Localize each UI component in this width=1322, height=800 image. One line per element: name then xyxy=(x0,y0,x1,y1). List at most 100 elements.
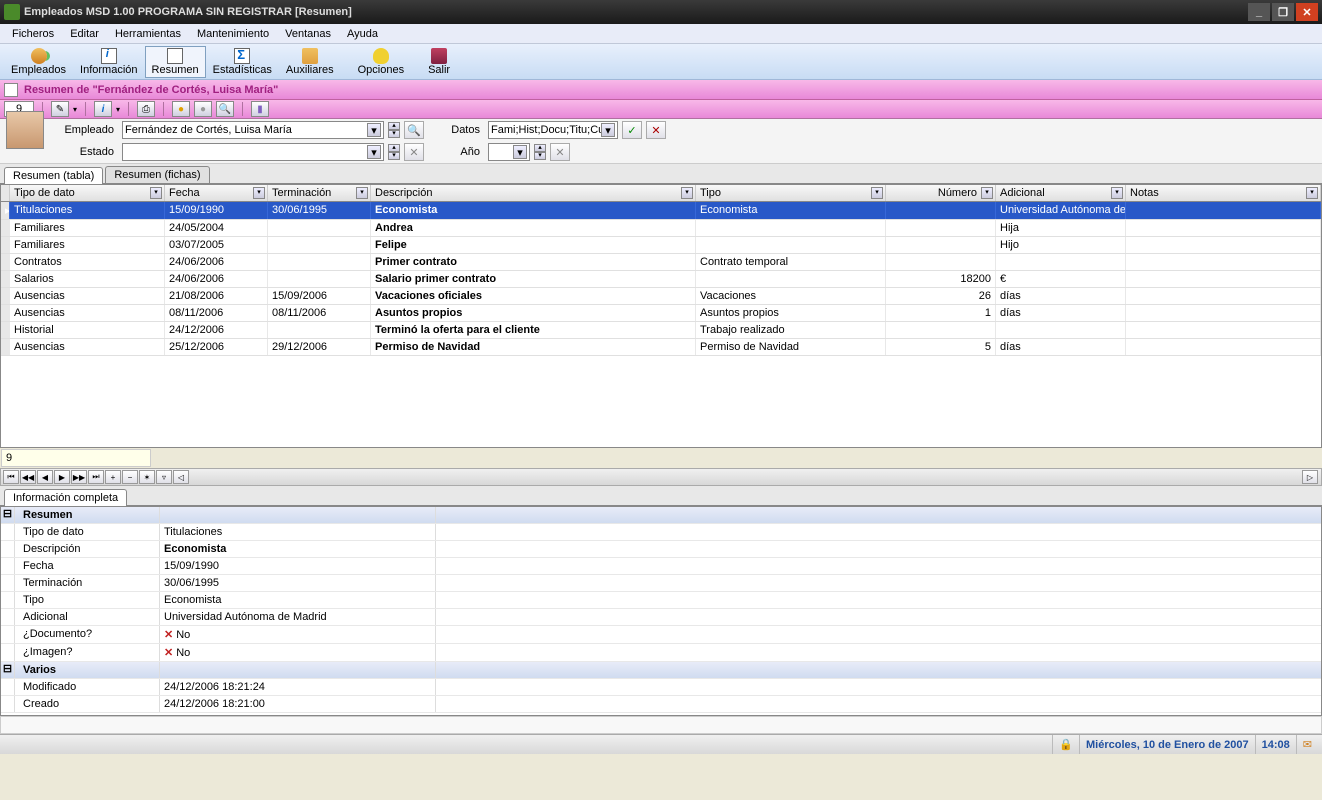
nav-first[interactable]: ⏮ xyxy=(3,470,19,484)
nav-next[interactable]: ▶ xyxy=(54,470,70,484)
nav-add[interactable]: + xyxy=(105,470,121,484)
table-row[interactable]: Ausencias25/12/200629/12/2006Permiso de … xyxy=(1,339,1321,356)
nav-last[interactable]: ⏭ xyxy=(88,470,104,484)
toolbar-resumen[interactable]: Resumen xyxy=(145,46,206,78)
nav-forward[interactable]: ▷ xyxy=(1302,470,1318,484)
empleado-label: Empleado xyxy=(48,124,118,136)
x-icon: ✕ xyxy=(164,647,173,659)
app-icon xyxy=(4,4,20,20)
titlebar: Empleados MSD 1.00 PROGRAMA SIN REGISTRA… xyxy=(0,0,1322,24)
grid-status-input[interactable]: 9 xyxy=(1,449,151,467)
estado-combo[interactable]: ▾ xyxy=(122,143,384,161)
filter-yellow-button[interactable]: ● xyxy=(172,101,190,117)
empleado-combo[interactable]: Fernández de Cortés, Luisa María▾ xyxy=(122,121,384,139)
toolbar-auxiliares[interactable]: Auxiliares xyxy=(279,46,341,78)
table-row[interactable]: Familiares03/07/2005FelipeHijo xyxy=(1,237,1321,254)
menu-editar[interactable]: Editar xyxy=(62,26,107,42)
menu-mantenimiento[interactable]: Mantenimiento xyxy=(189,26,277,42)
summary-icon xyxy=(167,48,183,64)
col-terminacion[interactable]: Terminación▾ xyxy=(268,185,371,201)
toolbar-informacion[interactable]: Información xyxy=(73,46,144,78)
prop-row: Fecha15/09/1990 xyxy=(1,558,1321,575)
toolbar-salir[interactable]: Salir xyxy=(421,46,457,78)
collapse-icon[interactable]: ⊟ xyxy=(1,507,15,523)
menu-ayuda[interactable]: Ayuda xyxy=(339,26,386,42)
wizard-button[interactable]: ✎ xyxy=(51,101,69,117)
prop-row: Creado24/12/2006 18:21:00 xyxy=(1,696,1321,713)
estado-label: Estado xyxy=(48,146,118,158)
record-navigator: ⏮ ◀◀ ◀ ▶ ▶▶ ⏭ + − ✶ ▿ ◁ ▷ xyxy=(0,468,1322,486)
grid-body[interactable]: ▸Titulaciones15/09/199030/06/1995Economi… xyxy=(1,202,1321,447)
nav-prev-page[interactable]: ◀◀ xyxy=(20,470,36,484)
minimize-button[interactable]: _ xyxy=(1248,3,1270,21)
dropdown-icon[interactable]: ▾ xyxy=(513,145,527,159)
info-section-varios[interactable]: ⊟Varios xyxy=(1,662,1321,679)
info-button[interactable]: i xyxy=(94,101,112,117)
table-row[interactable]: Familiares24/05/2004AndreaHija xyxy=(1,220,1321,237)
print-button[interactable]: ⎙ xyxy=(137,101,155,117)
maximize-button[interactable]: ❐ xyxy=(1272,3,1294,21)
datos-combo[interactable]: Fami;Hist;Docu;Titu;Curs▾ xyxy=(488,121,618,139)
prop-row: TipoEconomista xyxy=(1,592,1321,609)
table-row[interactable]: Ausencias08/11/200608/11/2006Asuntos pro… xyxy=(1,305,1321,322)
toolbar-estadisticas[interactable]: Estadísticas xyxy=(206,46,279,78)
toolbar-opciones[interactable]: Opciones xyxy=(351,46,411,78)
menu-herramientas[interactable]: Herramientas xyxy=(107,26,189,42)
table-row[interactable]: Ausencias21/08/200615/09/2006Vacaciones … xyxy=(1,288,1321,305)
filter-gray-button[interactable]: ● xyxy=(194,101,212,117)
document-icon xyxy=(4,83,18,97)
empleado-spinner[interactable]: ▴▾ xyxy=(388,122,400,138)
notification-icon[interactable]: ✉ xyxy=(1296,735,1318,754)
nav-filter[interactable]: ▿ xyxy=(156,470,172,484)
table-row[interactable]: Historial24/12/2006Terminó la oferta par… xyxy=(1,322,1321,339)
view-tabs: Resumen (tabla) Resumen (fichas) xyxy=(0,164,1322,184)
toolbar-empleados[interactable]: Empleados xyxy=(4,46,73,78)
exit-icon xyxy=(431,48,447,64)
col-adicional[interactable]: Adicional▾ xyxy=(996,185,1126,201)
estado-spinner[interactable]: ▴▾ xyxy=(388,144,400,160)
table-row[interactable]: Salarios24/06/2006Salario primer contrat… xyxy=(1,271,1321,288)
col-descripcion[interactable]: Descripción▾ xyxy=(371,185,696,201)
bottom-spacer xyxy=(0,716,1322,734)
col-tipo[interactable]: Tipo▾ xyxy=(696,185,886,201)
ano-label: Año xyxy=(444,146,484,158)
filter-bar: Empleado Fernández de Cortés, Luisa Marí… xyxy=(0,119,1322,164)
table-row[interactable]: ▸Titulaciones15/09/199030/06/1995Economi… xyxy=(1,202,1321,220)
ano-clear-button[interactable]: ✕ xyxy=(550,143,570,161)
info-section-resumen[interactable]: ⊟Resumen xyxy=(1,507,1321,524)
col-tipo-dato[interactable]: Tipo de dato▾ xyxy=(10,185,165,201)
people-icon xyxy=(31,48,47,64)
collapse-icon[interactable]: ⊟ xyxy=(1,662,15,678)
col-numero[interactable]: Número▾ xyxy=(886,185,996,201)
table-row[interactable]: Contratos24/06/2006Primer contratoContra… xyxy=(1,254,1321,271)
datos-accept-button[interactable]: ✓ xyxy=(622,121,642,139)
empleado-search-button[interactable]: 🔍 xyxy=(404,121,424,139)
nav-bookmark[interactable]: ✶ xyxy=(139,470,155,484)
x-icon: ✕ xyxy=(164,629,173,641)
tab-resumen-tabla[interactable]: Resumen (tabla) xyxy=(4,167,103,184)
close-button[interactable]: ✕ xyxy=(1296,3,1318,21)
statusbar: 🔒 Miércoles, 10 de Enero de 2007 14:08 ✉ xyxy=(0,734,1322,754)
menubar: Ficheros Editar Herramientas Mantenimien… xyxy=(0,24,1322,44)
nav-prev[interactable]: ◀ xyxy=(37,470,53,484)
nav-delete[interactable]: − xyxy=(122,470,138,484)
dropdown-icon[interactable]: ▾ xyxy=(367,145,381,159)
book-button[interactable]: ▮ xyxy=(251,101,269,117)
nav-next-page[interactable]: ▶▶ xyxy=(71,470,87,484)
menu-ventanas[interactable]: Ventanas xyxy=(277,26,339,42)
search-button[interactable]: 🔍 xyxy=(216,101,234,117)
tab-info-completa[interactable]: Información completa xyxy=(4,489,127,506)
col-notas[interactable]: Notas▾ xyxy=(1126,185,1321,201)
dropdown-icon[interactable]: ▾ xyxy=(601,123,615,137)
datos-clear-button[interactable]: ✕ xyxy=(646,121,666,139)
tab-resumen-fichas[interactable]: Resumen (fichas) xyxy=(105,166,209,183)
estado-clear-button[interactable]: ✕ xyxy=(404,143,424,161)
nav-back[interactable]: ◁ xyxy=(173,470,189,484)
section-title: Resumen de "Fernández de Cortés, Luisa M… xyxy=(24,84,278,96)
ano-spinner[interactable]: ▴▾ xyxy=(534,144,546,160)
col-fecha[interactable]: Fecha▾ xyxy=(165,185,268,201)
menu-ficheros[interactable]: Ficheros xyxy=(4,26,62,42)
dropdown-icon[interactable]: ▾ xyxy=(367,123,381,137)
ano-combo[interactable]: ▾ xyxy=(488,143,530,161)
prop-row: Tipo de datoTitulaciones xyxy=(1,524,1321,541)
